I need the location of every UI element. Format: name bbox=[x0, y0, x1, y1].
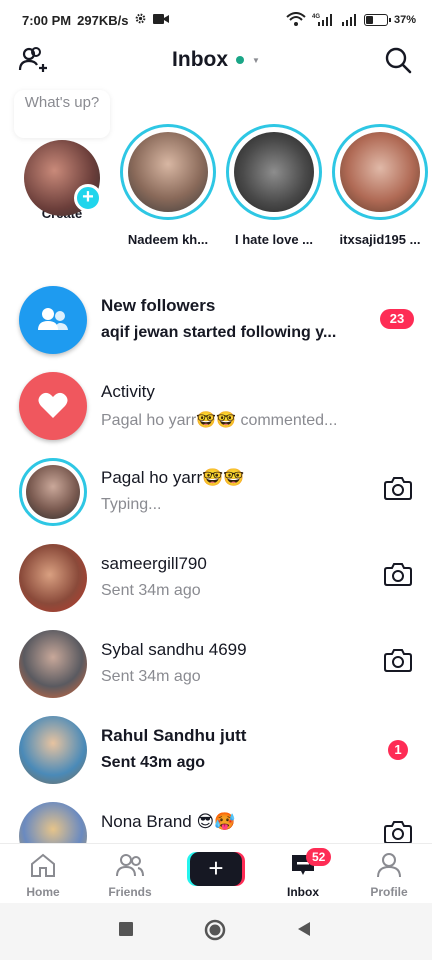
chat-avatar bbox=[19, 716, 87, 784]
list-item-chat[interactable]: Pagal ho yarr🤓🤓 Typing... bbox=[0, 454, 432, 540]
camera-icon[interactable] bbox=[384, 562, 412, 591]
signal-icon-1: 4G bbox=[312, 12, 334, 29]
battery-percent: 37% bbox=[393, 14, 416, 26]
conversation-name: New followers bbox=[101, 296, 216, 315]
whats-up-bubble[interactable]: What's up? bbox=[14, 90, 110, 138]
nav-home[interactable]: Home bbox=[3, 852, 83, 899]
story-item[interactable]: itxsajid195 ... bbox=[330, 124, 430, 247]
conversation-preview: Sent 34m ago bbox=[101, 668, 201, 685]
page-title: Inbox bbox=[172, 48, 229, 71]
inbox-badge: 52 bbox=[306, 848, 332, 866]
add-story-plus-icon[interactable]: + bbox=[74, 184, 102, 212]
status-time: 7:00 PM bbox=[22, 12, 72, 28]
page-title-group[interactable]: Inbox ▼ bbox=[172, 48, 260, 72]
conversation-preview: Pagal ho yarr🤓🤓 commented... bbox=[101, 412, 338, 429]
inbox-icon bbox=[289, 855, 317, 881]
story-label: itxsajid195 ... bbox=[339, 232, 421, 247]
conversation-preview: Sent 43m ago bbox=[101, 754, 206, 771]
conversation-name: Rahul Sandhu jutt bbox=[101, 726, 247, 745]
unread-badge: 23 bbox=[380, 309, 414, 329]
search-icon[interactable] bbox=[384, 46, 412, 79]
home-circle-icon[interactable] bbox=[204, 919, 226, 946]
online-status-dot bbox=[236, 56, 245, 64]
nav-profile[interactable]: Profile bbox=[349, 852, 429, 899]
conversation-name: Nona Brand 😎🥵 bbox=[101, 812, 236, 831]
video-camera-icon bbox=[153, 13, 170, 28]
list-item-new-followers[interactable]: New followers aqif jewan started followi… bbox=[0, 282, 432, 368]
nav-label: Friends bbox=[108, 885, 152, 899]
story-label: I hate love ... bbox=[234, 232, 314, 247]
list-item-chat[interactable]: sameergill790 Sent 34m ago bbox=[0, 540, 432, 626]
settings-gear-icon bbox=[134, 12, 147, 28]
inbox-header: Inbox ▼ bbox=[0, 40, 432, 80]
conversation-preview: aqif jewan started following y... bbox=[101, 324, 337, 341]
story-item[interactable]: I hate love ... bbox=[224, 124, 324, 247]
story-item[interactable]: Nadeem kh... bbox=[118, 124, 218, 247]
nav-label: Profile bbox=[370, 885, 408, 899]
people-icon bbox=[19, 286, 87, 354]
system-nav-bar bbox=[0, 903, 432, 960]
home-icon bbox=[29, 853, 57, 881]
conversation-name: Activity bbox=[101, 382, 155, 401]
camera-icon[interactable] bbox=[384, 648, 412, 677]
unread-badge: 1 bbox=[388, 740, 408, 760]
chat-avatar bbox=[19, 544, 87, 612]
friends-icon bbox=[115, 854, 145, 881]
nav-friends[interactable]: Friends bbox=[90, 852, 170, 899]
status-bar: 7:00 PM 297KB/s 4G 37% bbox=[0, 0, 432, 40]
conversation-preview: Typing... bbox=[101, 496, 162, 513]
nav-inbox[interactable]: Inbox bbox=[263, 852, 343, 899]
bottom-nav: Home Friends + Inbox 52 Profile bbox=[0, 843, 432, 903]
conversation-name: Sybal sandhu 4699 bbox=[101, 640, 247, 659]
conversation-name: sameergill790 bbox=[101, 554, 207, 573]
wifi-icon bbox=[286, 11, 306, 29]
story-avatar bbox=[340, 132, 420, 212]
camera-icon[interactable] bbox=[384, 476, 412, 505]
plus-icon[interactable]: + bbox=[190, 852, 242, 886]
list-item-chat[interactable]: Sybal sandhu 4699 Sent 34m ago bbox=[0, 626, 432, 712]
signal-icon-2 bbox=[340, 12, 358, 29]
conversation-name: Pagal ho yarr🤓🤓 bbox=[101, 468, 245, 487]
svg-text:4G: 4G bbox=[312, 14, 320, 20]
chevron-down-icon: ▼ bbox=[252, 55, 260, 65]
story-avatar bbox=[234, 132, 314, 212]
story-avatar bbox=[128, 132, 208, 212]
story-label: Nadeem kh... bbox=[127, 232, 209, 247]
nav-label: Inbox bbox=[287, 885, 319, 899]
profile-icon bbox=[375, 853, 403, 881]
chat-avatar bbox=[19, 458, 87, 526]
add-user-icon[interactable] bbox=[18, 46, 48, 79]
back-triangle-icon[interactable] bbox=[296, 921, 312, 942]
battery-icon bbox=[363, 14, 391, 26]
list-item-activity[interactable]: Activity Pagal ho yarr🤓🤓 commented... bbox=[0, 368, 432, 454]
conversation-preview: Sent 34m ago bbox=[101, 582, 201, 599]
recents-square-icon[interactable] bbox=[118, 921, 134, 942]
list-item-chat[interactable]: Rahul Sandhu jutt Sent 43m ago 1 bbox=[0, 712, 432, 798]
stories-row: What's up? Create + Nadeem kh... I hate … bbox=[0, 90, 432, 258]
status-speed: 297KB/s bbox=[77, 12, 129, 28]
chat-avatar bbox=[19, 630, 87, 698]
heart-icon bbox=[19, 372, 87, 440]
nav-label: Home bbox=[26, 885, 60, 899]
